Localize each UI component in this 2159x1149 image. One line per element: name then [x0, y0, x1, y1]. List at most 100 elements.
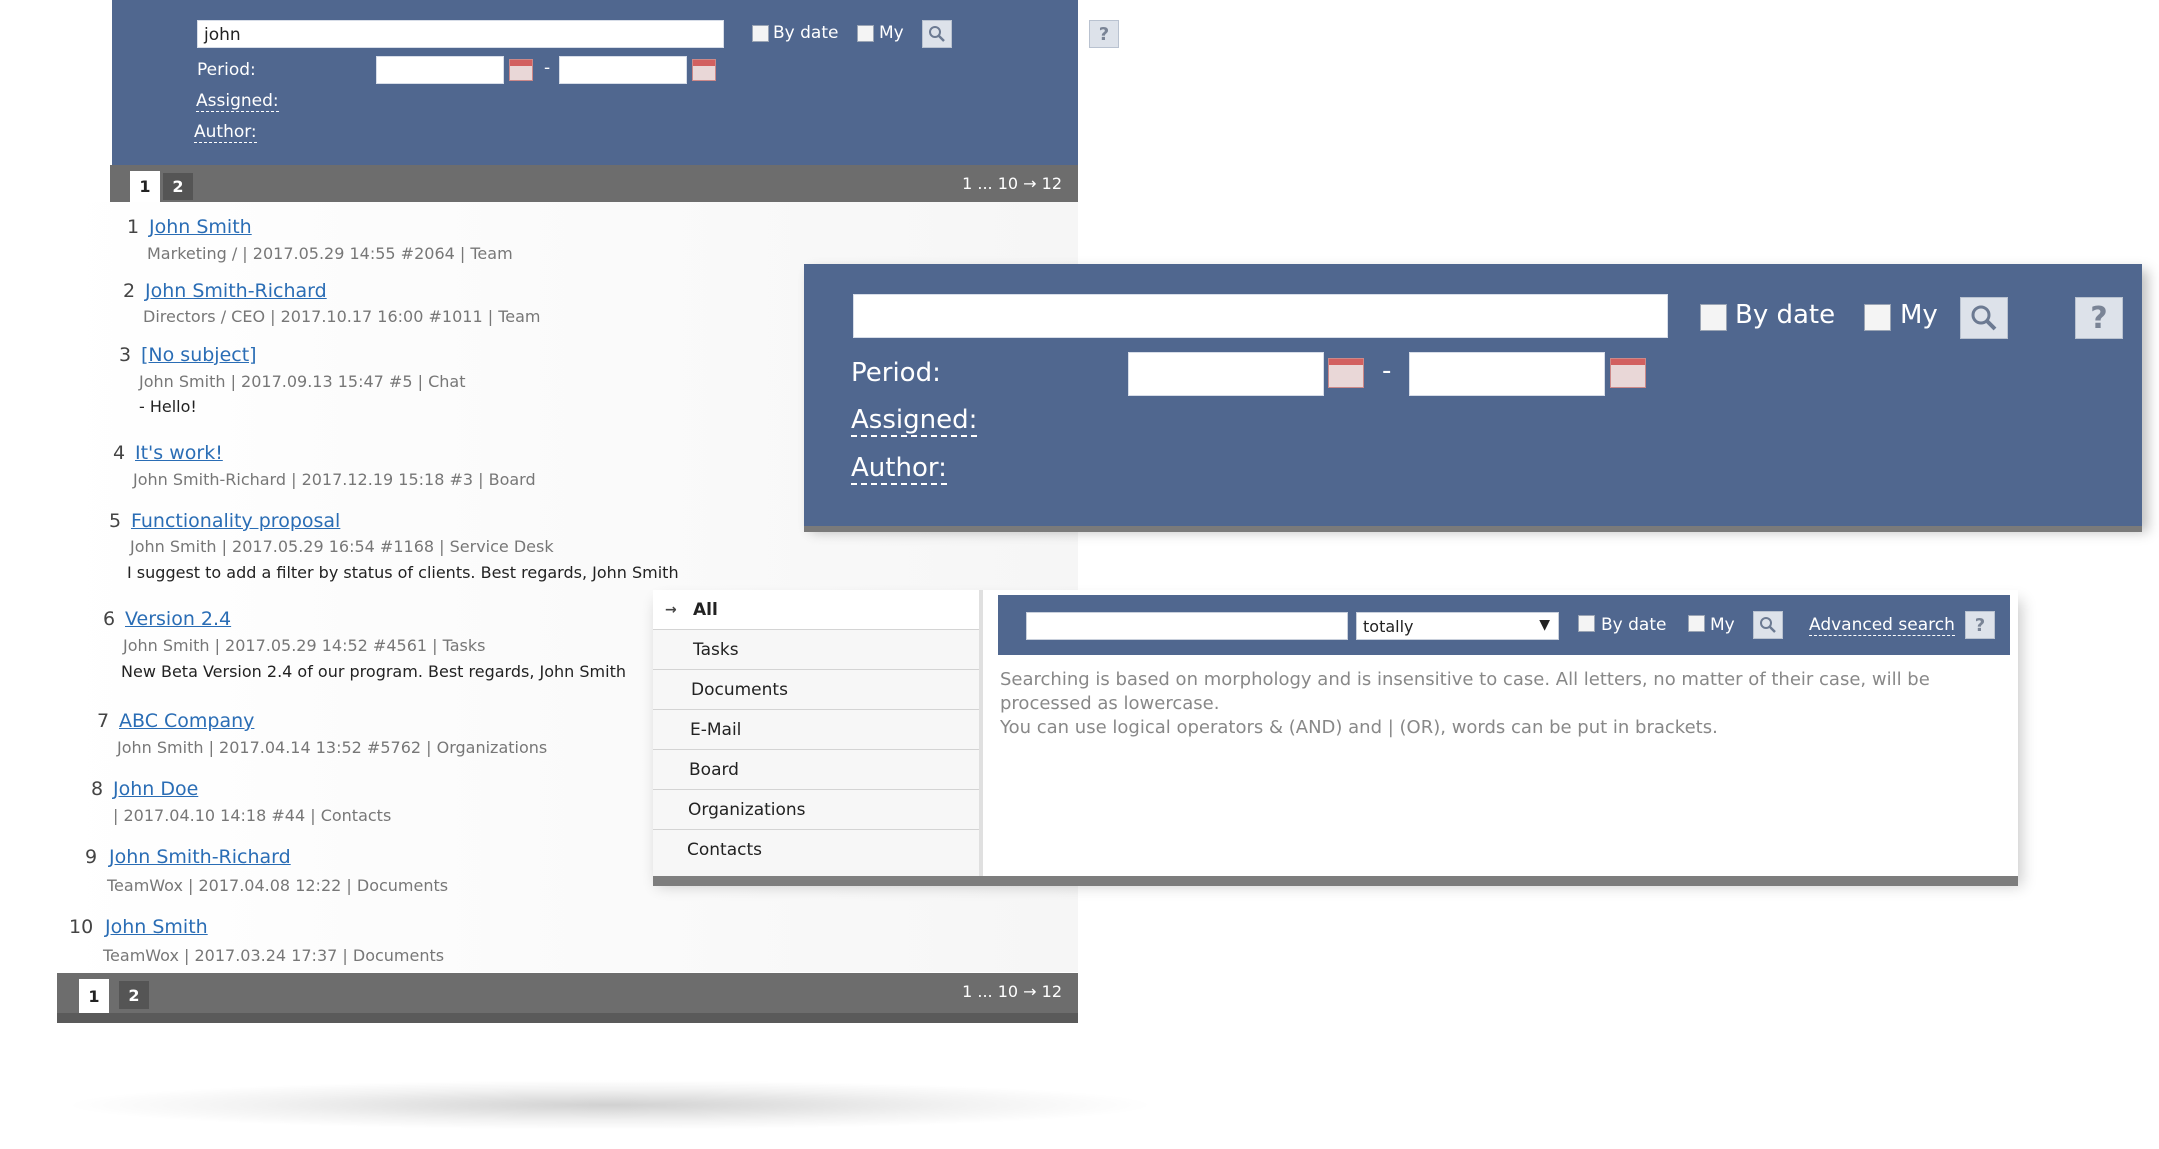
result-meta: John Smith | 2017.05.29 16:54 #1168 | Se… — [130, 537, 554, 556]
category-all[interactable]: → All — [653, 590, 979, 630]
result-title-link[interactable]: It's work! — [135, 442, 223, 464]
result-meta: | 2017.04.10 14:18 #44 | Contacts — [113, 806, 392, 825]
help-button[interactable]: ? — [1089, 20, 1119, 48]
search-input[interactable] — [853, 294, 1668, 338]
category-label: All — [693, 599, 718, 620]
help-icon: ? — [2090, 300, 2108, 336]
pager-top: 1 2 1 ... 10 → 12 — [110, 165, 1078, 202]
result-title-link[interactable]: John Smith — [149, 216, 252, 238]
result-number: 9 — [85, 846, 98, 868]
my-checkbox[interactable] — [857, 25, 874, 42]
category-label: Board — [689, 759, 739, 780]
result-snippet: I suggest to add a filter by status of c… — [127, 563, 679, 582]
advanced-search-bar: totally ▼ By date My Advanced search ? — [998, 595, 2010, 655]
category-organizations[interactable]: Organizations — [653, 790, 979, 830]
page-tab[interactable]: 2 — [163, 173, 193, 200]
search-icon — [929, 26, 945, 42]
category-label: Organizations — [688, 799, 806, 820]
my-label: My — [1710, 615, 1735, 635]
match-mode-value: totally — [1363, 617, 1414, 636]
result-snippet: - Hello! — [139, 397, 197, 416]
by-date-label: By date — [1735, 300, 1836, 330]
result-number: 7 — [97, 710, 110, 732]
category-tasks[interactable]: Tasks — [653, 630, 979, 670]
result-title-link[interactable]: John Smith-Richard — [145, 280, 327, 302]
category-board[interactable]: Board — [653, 750, 979, 790]
category-label: Documents — [691, 679, 788, 700]
search-help-text: Searching is based on morphology and is … — [1000, 669, 1930, 714]
page-tab[interactable]: 1 — [79, 979, 109, 1013]
my-checkbox[interactable] — [1688, 615, 1705, 632]
period-start-input[interactable] — [1128, 352, 1324, 396]
floor-shadow — [60, 1080, 1160, 1130]
period-end-input[interactable] — [559, 56, 687, 84]
advanced-search-main: totally ▼ By date My Advanced search ? S… — [988, 590, 2018, 876]
search-button[interactable] — [1960, 297, 2008, 339]
category-label: Contacts — [687, 840, 762, 860]
calendar-icon[interactable] — [1610, 358, 1646, 388]
author-link[interactable]: Author: — [851, 453, 947, 485]
result-meta: John Smith-Richard | 2017.12.19 15:18 #3… — [133, 470, 536, 489]
category-contacts[interactable]: Contacts — [653, 830, 979, 870]
arrow-right-icon: → — [665, 601, 677, 618]
page-tab[interactable]: 2 — [119, 981, 149, 1009]
search-header-enlarged: By date My ? Period: - Assigned: Author: — [804, 264, 2142, 526]
assigned-link[interactable]: Assigned: — [196, 91, 279, 112]
search-input[interactable]: john — [197, 20, 724, 48]
result-title-link[interactable]: [No subject] — [141, 344, 257, 366]
category-label: E-Mail — [690, 719, 742, 740]
calendar-icon[interactable] — [509, 59, 533, 81]
advanced-search-input[interactable] — [1026, 612, 1348, 640]
help-button[interactable]: ? — [2075, 297, 2123, 339]
period-end-input[interactable] — [1409, 352, 1605, 396]
search-help-operators: You can use logical operators & (AND) an… — [1000, 717, 1718, 738]
my-checkbox[interactable] — [1864, 304, 1891, 331]
advanced-search-link[interactable]: Advanced search — [1809, 615, 1955, 636]
result-number: 8 — [91, 778, 104, 800]
result-meta: Marketing / | 2017.05.29 14:55 #2064 | T… — [147, 244, 513, 263]
author-link[interactable]: Author: — [194, 122, 257, 143]
search-icon — [1760, 617, 1776, 633]
period-start-input[interactable] — [376, 56, 504, 84]
pager-range[interactable]: 1 ... 10 → 12 — [962, 982, 1062, 1001]
category-email[interactable]: E-Mail — [653, 710, 979, 750]
pager-range[interactable]: 1 ... 10 → 12 — [962, 174, 1062, 193]
by-date-label: By date — [773, 23, 839, 43]
by-date-checkbox[interactable] — [1700, 304, 1727, 331]
assigned-link[interactable]: Assigned: — [851, 405, 978, 437]
search-icon — [1971, 305, 1997, 331]
by-date-checkbox[interactable] — [752, 25, 769, 42]
calendar-icon[interactable] — [1328, 358, 1364, 388]
result-title-link[interactable]: ABC Company — [119, 710, 254, 732]
result-title-link[interactable]: John Smith — [105, 916, 208, 938]
result-meta: John Smith | 2017.05.29 14:52 #4561 | Ta… — [123, 636, 486, 655]
by-date-checkbox[interactable] — [1578, 615, 1595, 632]
period-separator: - — [1382, 356, 1392, 386]
help-button[interactable]: ? — [1965, 611, 1995, 639]
page-tab[interactable]: 1 — [130, 171, 160, 202]
match-mode-select[interactable]: totally ▼ — [1356, 612, 1559, 640]
result-number: 2 — [123, 280, 136, 302]
advanced-search-panel: → All Tasks Documents E-Mail Board Organ… — [653, 590, 2018, 876]
period-label: Period: — [197, 60, 256, 80]
result-number: 6 — [103, 608, 116, 630]
period-label: Period: — [851, 358, 941, 388]
category-documents[interactable]: Documents — [653, 670, 979, 710]
result-meta: John Smith | 2017.04.14 13:52 #5762 | Or… — [117, 738, 548, 757]
help-icon: ? — [1098, 23, 1110, 45]
result-meta: Directors / CEO | 2017.10.17 16:00 #1011… — [143, 307, 541, 326]
result-title-link[interactable]: Functionality proposal — [131, 510, 340, 532]
result-number: 1 — [127, 216, 140, 238]
search-button[interactable] — [1753, 611, 1783, 639]
dropdown-arrow-icon: ▼ — [1539, 617, 1550, 633]
result-number: 4 — [113, 442, 126, 464]
result-title-link[interactable]: John Smith-Richard — [109, 846, 291, 868]
my-label: My — [1900, 300, 1938, 330]
help-icon: ? — [1974, 614, 1986, 636]
calendar-icon[interactable] — [692, 59, 716, 81]
search-button[interactable] — [922, 20, 952, 48]
period-separator: - — [544, 58, 551, 78]
result-meta: John Smith | 2017.09.13 15:47 #5 | Chat — [139, 372, 466, 391]
result-title-link[interactable]: Version 2.4 — [125, 608, 231, 630]
result-title-link[interactable]: John Doe — [113, 778, 198, 800]
